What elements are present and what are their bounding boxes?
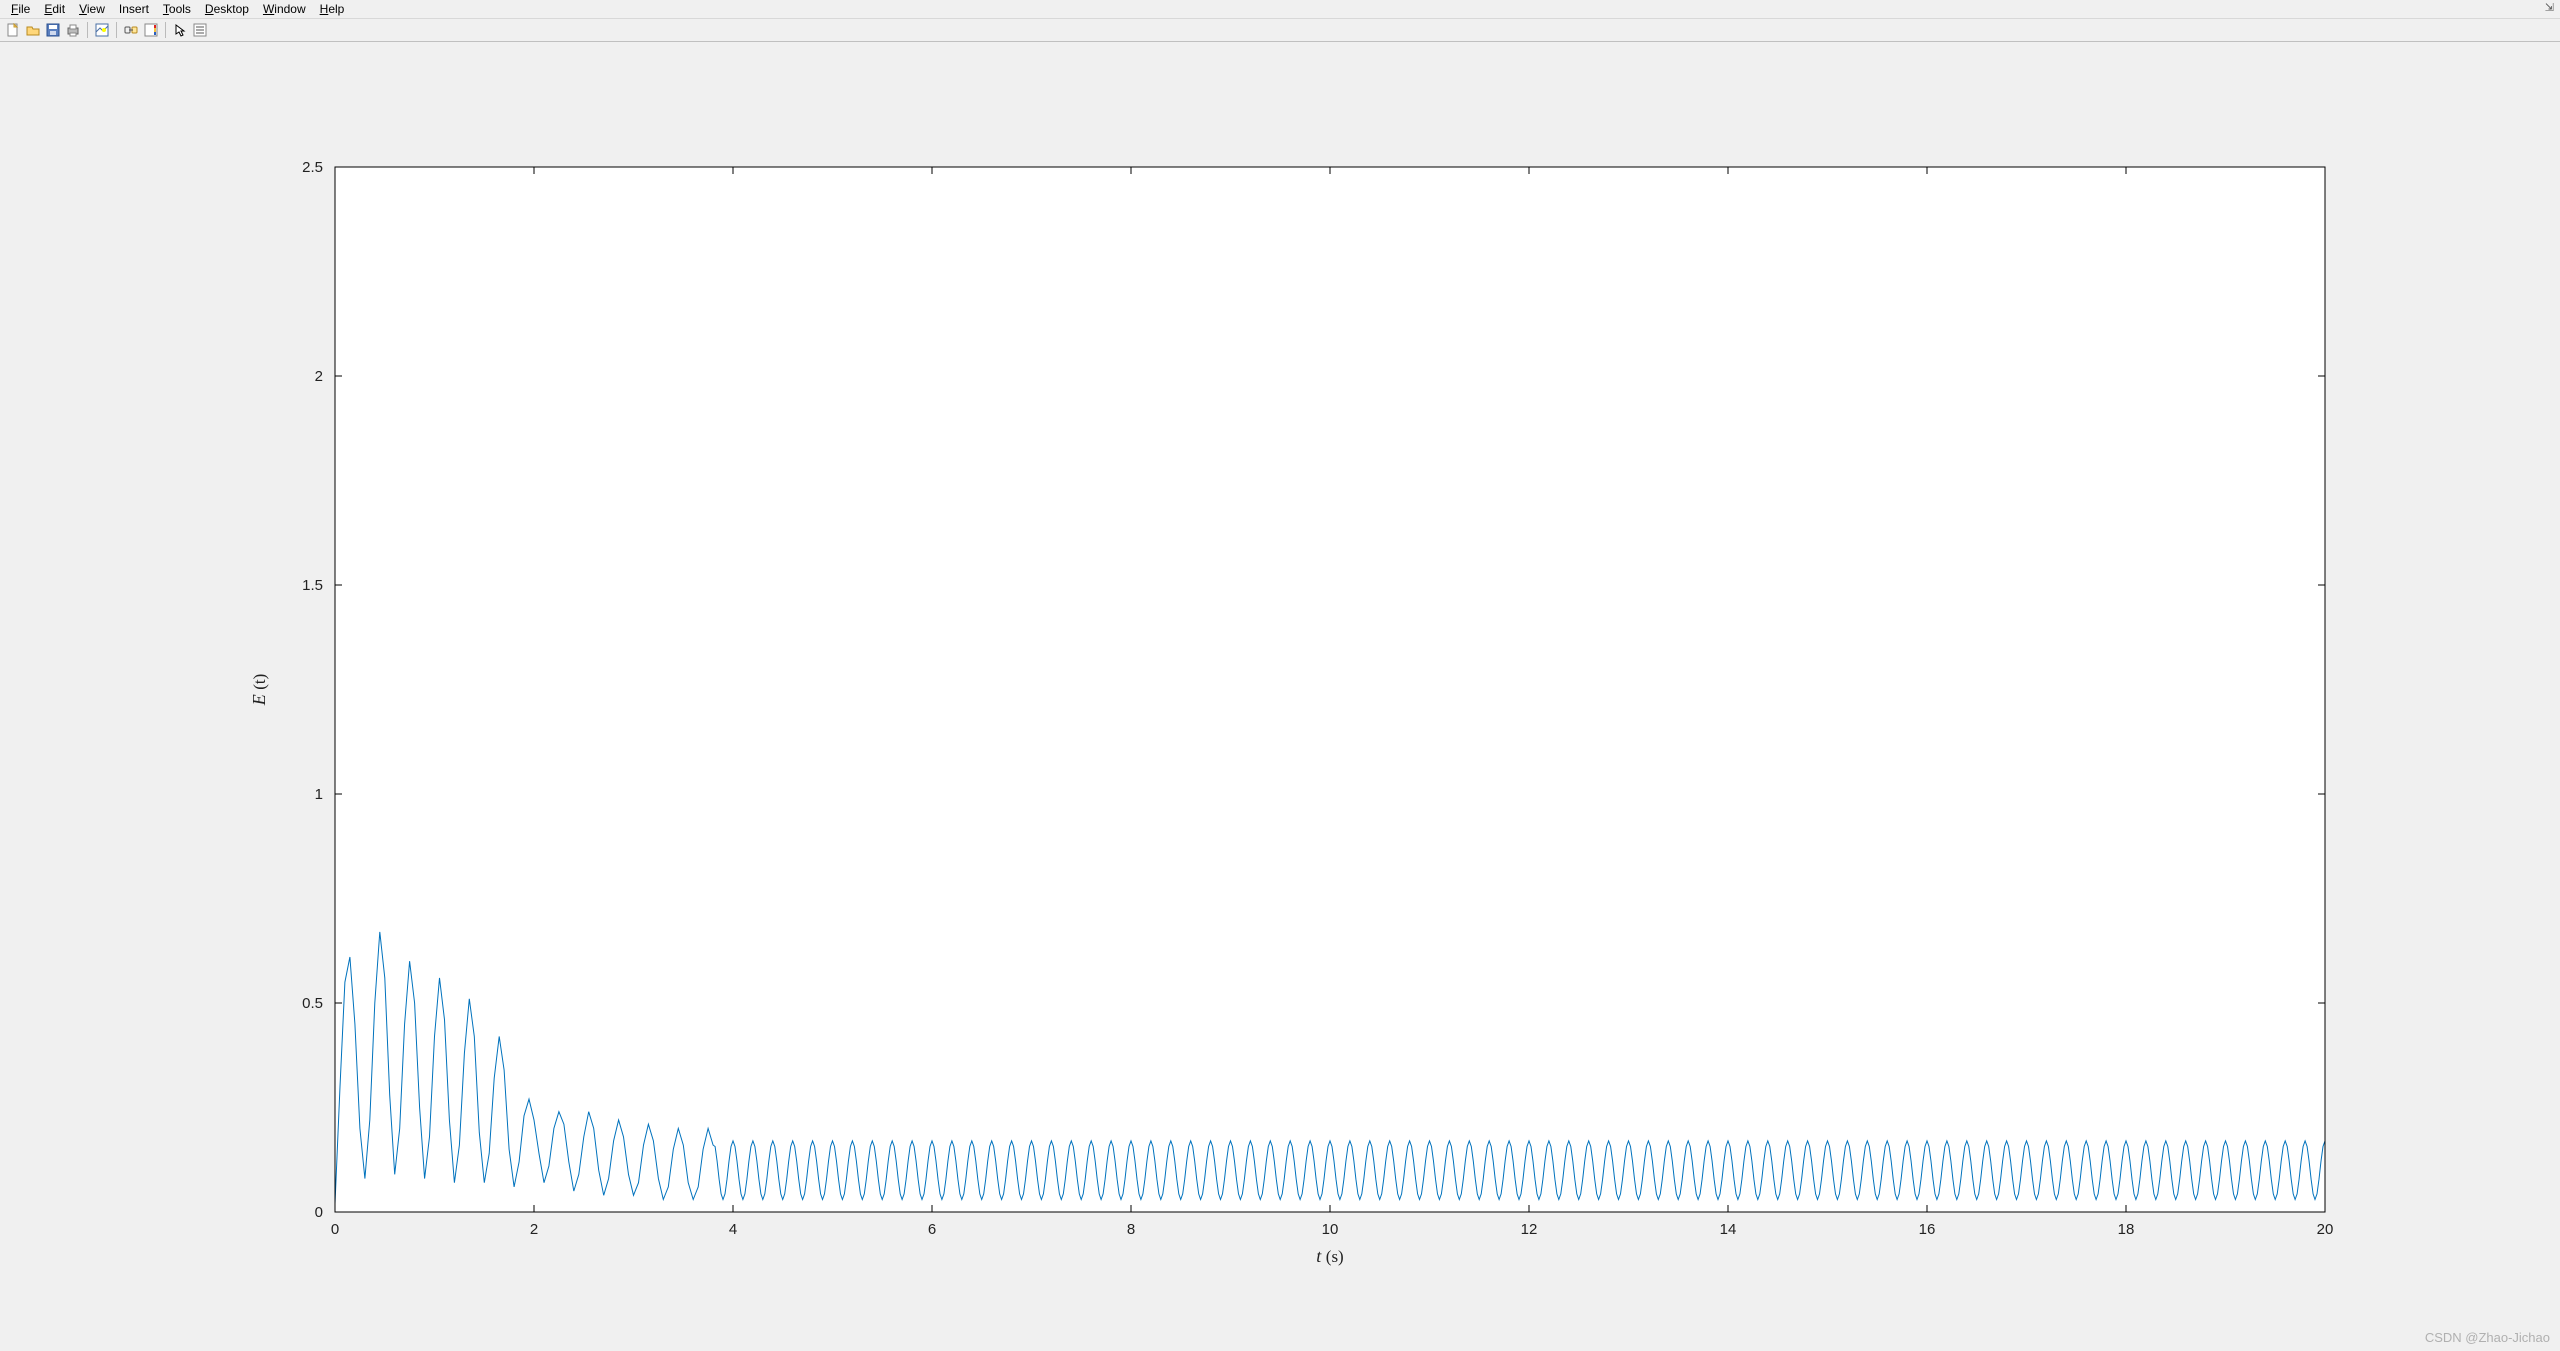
menu-window[interactable]: Window <box>256 0 313 18</box>
toolbar-sep <box>116 22 117 38</box>
arrow-icon[interactable] <box>171 21 189 39</box>
ytick-label: 2 <box>315 368 323 385</box>
toolbar-sep <box>165 22 166 38</box>
plot-edit-icon[interactable] <box>191 21 209 39</box>
ytick-label: 1.5 <box>302 577 323 594</box>
menu-file[interactable]: File <box>4 0 37 18</box>
open-icon[interactable] <box>24 21 42 39</box>
ytick-label: 0.5 <box>302 995 323 1012</box>
watermark: CSDN @Zhao-Jichao <box>2425 1330 2550 1345</box>
colorbar-icon[interactable] <box>142 21 160 39</box>
figure-canvas: 0246810121416182000.511.522.5t (s)E (t) … <box>0 42 2560 1351</box>
toolbar-sep <box>87 22 88 38</box>
figure-window: File Edit View Insert Tools Desktop Wind… <box>0 0 2560 1351</box>
menu-insert[interactable]: Insert <box>112 0 156 18</box>
ytick-label: 2.5 <box>302 159 323 176</box>
xtick-label: 2 <box>530 1221 538 1238</box>
xtick-label: 6 <box>928 1221 936 1238</box>
xtick-label: 4 <box>729 1221 737 1238</box>
xtick-label: 14 <box>1720 1221 1737 1238</box>
axes-box <box>335 167 2325 1212</box>
xtick-label: 16 <box>1919 1221 1936 1238</box>
ytick-label: 0 <box>315 1204 323 1221</box>
xlabel: t (s) <box>1316 1246 1343 1266</box>
xtick-label: 18 <box>2118 1221 2135 1238</box>
save-icon[interactable] <box>44 21 62 39</box>
menu-tools[interactable]: Tools <box>156 0 198 18</box>
menu-view[interactable]: View <box>72 0 112 18</box>
menubar: File Edit View Insert Tools Desktop Wind… <box>0 0 2560 19</box>
axes[interactable]: 0 2 4 6 8 10 12 14 16 18 20 0 0.5 1 1.5 2 2.5 t (s) E (t) <box>0 47 2560 1347</box>
menu-help[interactable]: Help <box>313 0 352 18</box>
print-icon[interactable] <box>64 21 82 39</box>
data-cursor-icon[interactable] <box>93 21 111 39</box>
xtick-label: 10 <box>1322 1221 1339 1238</box>
xtick-label: 8 <box>1127 1221 1135 1238</box>
new-figure-icon[interactable] <box>4 21 22 39</box>
xtick-label: 12 <box>1521 1221 1538 1238</box>
xtick-label: 20 <box>2317 1221 2334 1238</box>
link-icon[interactable] <box>122 21 140 39</box>
ylabel: E (t) <box>249 673 269 706</box>
toolbar <box>0 19 2560 42</box>
menu-desktop[interactable]: Desktop <box>198 0 256 18</box>
dock-icon[interactable]: ⇲ <box>2545 1 2554 14</box>
ytick-label: 1 <box>315 786 323 803</box>
xtick-label: 0 <box>331 1221 339 1238</box>
menu-edit[interactable]: Edit <box>37 0 72 18</box>
